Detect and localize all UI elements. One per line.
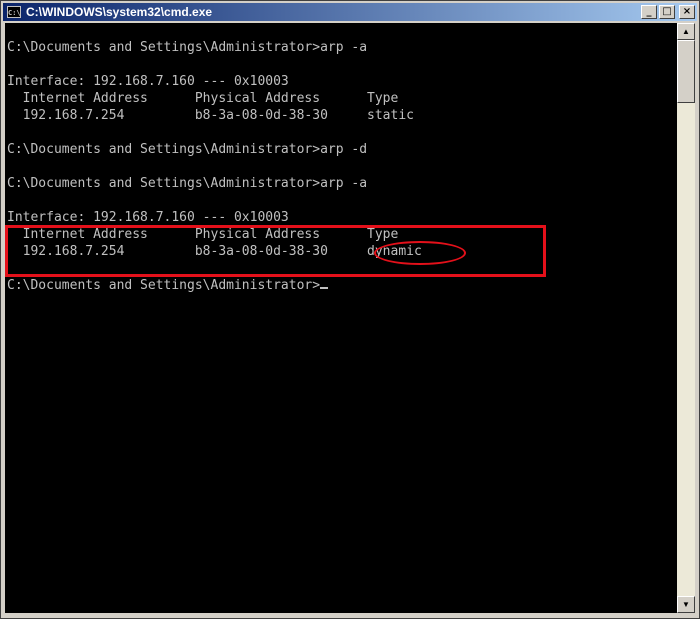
scroll-thumb[interactable] [677,40,695,103]
minimize-button[interactable]: _ [641,5,657,19]
title-bar[interactable]: C:\ C:\WINDOWS\system32\cmd.exe _ □ × [3,3,697,21]
text-cursor [320,287,329,289]
close-button[interactable]: × [679,5,695,19]
console-line: Interface: 192.168.7.160 --- 0x10003 [7,210,289,225]
cmd-window: C:\ C:\WINDOWS\system32\cmd.exe _ □ × C:… [0,0,700,619]
console-line: Internet Address Physical Address Type [7,91,399,106]
vertical-scrollbar[interactable]: ▲ ▼ [677,23,695,613]
cmd-app-icon[interactable]: C:\ [7,6,21,18]
window-title: C:\WINDOWS\system32\cmd.exe [26,5,213,19]
scroll-down-button[interactable]: ▼ [677,596,695,613]
console-line: C:\Documents and Settings\Administrator>… [7,176,368,191]
console-line: 192.168.7.254 b8-3a-08-0d-38-30 static [7,108,414,123]
maximize-button[interactable]: □ [659,5,675,19]
console-line: C:\Documents and Settings\Administrator>… [7,142,368,157]
highlight-ellipse [374,241,466,265]
prompt-text: C:\Documents and Settings\Administrator> [7,278,321,293]
prompt-line: C:\Documents and Settings\Administrator> [7,278,329,294]
console-output[interactable]: C:\Documents and Settings\Administrator>… [5,23,677,613]
scroll-up-button[interactable]: ▲ [677,23,695,40]
console-line: Interface: 192.168.7.160 --- 0x10003 [7,74,289,89]
console-line: C:\Documents and Settings\Administrator>… [7,40,368,55]
